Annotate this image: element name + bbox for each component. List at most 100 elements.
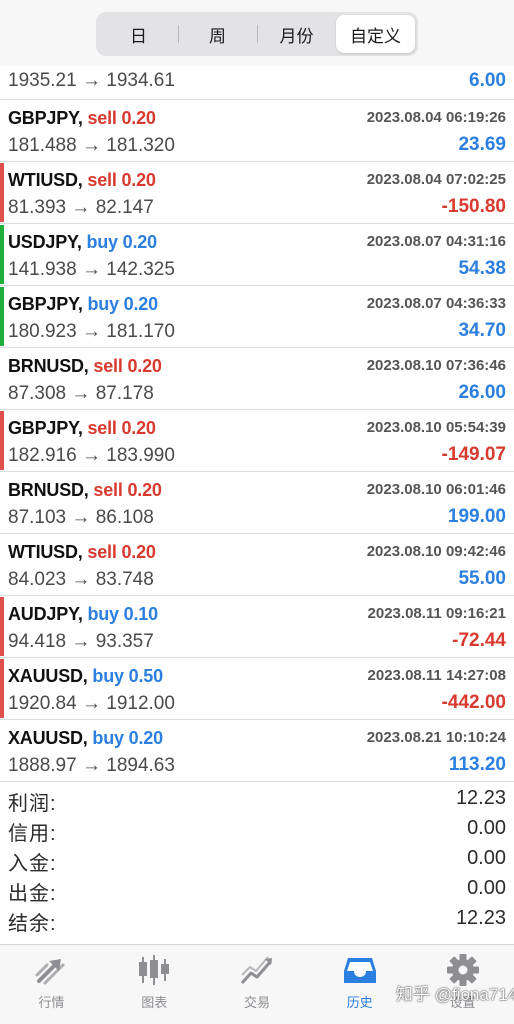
history-deal-row[interactable]: GBPJPY, sell 0.20 2023.08.04 06:19:26 181.… (0, 100, 514, 162)
partial-history-row[interactable]: 1935.21 → 1934.61 6.00 (0, 66, 514, 100)
history-deal-row[interactable]: USDJPY, buy 0.20 2023.08.07 04:31:16 141.9… (0, 224, 514, 286)
summary-label: 利润: (8, 793, 57, 815)
deal-volume: 0.20 (121, 170, 156, 190)
summary-value: 0.00 (467, 877, 506, 899)
arrow: → (71, 631, 91, 652)
deal-direction: sell (93, 356, 123, 376)
close-price: 1894.63 (106, 755, 175, 776)
history-deal-row[interactable]: AUDJPY, buy 0.10 2023.08.11 09:16:21 94.41… (0, 596, 514, 658)
arrow: → (81, 321, 101, 342)
deal-profit: 55.00 (458, 568, 506, 589)
candlestick-chart-icon (136, 953, 172, 987)
history-deal-row[interactable]: BRNUSD, sell 0.20 2023.08.10 06:01:46 87.1… (0, 472, 514, 534)
position-indicator-bar (0, 287, 4, 346)
history-deal-row[interactable]: XAUUSD, buy 0.50 2023.08.11 14:27:08 1920.… (0, 658, 514, 720)
deal-time: 2023.08.04 07:02:25 (366, 171, 506, 188)
deal-time: 2023.08.10 06:01:46 (366, 481, 506, 498)
deal-volume: 0.20 (122, 232, 157, 252)
position-indicator-bar (0, 597, 4, 656)
tab-label: 历史 (346, 995, 373, 1010)
deal-time: 2023.08.10 05:54:39 (366, 419, 506, 436)
deal-time: 2023.08.11 09:16:21 (367, 605, 506, 622)
deal-volume: 0.20 (128, 728, 163, 748)
deal-prices: 182.916 → 183.990 (8, 445, 175, 467)
deal-volume: 0.20 (121, 108, 156, 128)
tab-quotes[interactable]: 行情 (0, 945, 103, 1024)
tab-trade[interactable]: 交易 (206, 945, 309, 1024)
deal-profit: 6.00 (469, 70, 506, 91)
summary-row: 出金: 0.00 (0, 874, 514, 905)
arrow: → (71, 569, 91, 590)
deal-volume: 0.20 (127, 356, 162, 376)
deal-prices: 87.103 → 86.108 (8, 507, 154, 529)
deal-direction: sell (87, 170, 117, 190)
deal-symbol: AUDJPY, (8, 604, 83, 624)
close-price: 181.320 (106, 135, 175, 156)
close-price: 142.325 (106, 259, 175, 280)
deal-volume: 0.10 (123, 604, 158, 624)
deal-profit: -72.44 (452, 630, 506, 651)
deal-symbol: WTIUSD, (8, 170, 83, 190)
summary-label: 出金: (8, 883, 57, 905)
deal-time: 2023.08.07 04:31:16 (366, 233, 506, 250)
deal-direction: sell (87, 108, 117, 128)
period-tab-month[interactable]: 月份 (257, 15, 336, 53)
history-deal-list[interactable]: 1935.21 → 1934.61 6.00 GBPJPY, sell 0.20… (0, 66, 514, 782)
deal-direction: buy (87, 294, 119, 314)
deal-volume: 0.20 (121, 418, 156, 438)
deal-symbol: GBPJPY, (8, 108, 83, 128)
summary-row: 信用: 0.00 (0, 814, 514, 845)
summary-row: 结余: 12.23 (0, 904, 514, 935)
history-deal-row[interactable]: XAUUSD, buy 0.20 2023.08.21 10:10:24 1888.… (0, 720, 514, 782)
deal-volume: 0.20 (121, 542, 156, 562)
tab-label: 图表 (141, 995, 168, 1010)
tab-charts[interactable]: 图表 (103, 945, 206, 1024)
close-price: 183.990 (106, 445, 175, 466)
deal-volume: 0.20 (123, 294, 158, 314)
deal-time: 2023.08.07 04:36:33 (366, 295, 506, 312)
summary-value: 0.00 (467, 817, 506, 839)
deal-prices: 1920.84 → 1912.00 (8, 693, 175, 715)
arrow: → (71, 197, 91, 218)
position-indicator-bar (0, 225, 4, 284)
deal-prices: 141.938 → 142.325 (8, 259, 175, 281)
deal-direction: sell (87, 542, 117, 562)
history-deal-row[interactable]: WTIUSD, sell 0.20 2023.08.04 07:02:25 81.3… (0, 162, 514, 224)
arrow: → (81, 70, 101, 91)
history-deal-row[interactable]: GBPJPY, sell 0.20 2023.08.10 05:54:39 182.… (0, 410, 514, 472)
tab-label: 交易 (243, 995, 270, 1010)
deal-prices: 84.023 → 83.748 (8, 569, 154, 591)
position-indicator-bar (0, 659, 4, 718)
close-price: 1912.00 (106, 693, 175, 714)
open-price: 81.393 (8, 197, 67, 218)
period-tab-week[interactable]: 周 (178, 15, 257, 53)
arrow: → (81, 445, 101, 466)
period-tab-day[interactable]: 日 (99, 15, 178, 53)
deal-symbol: XAUUSD, (8, 728, 88, 748)
deal-direction: buy (86, 232, 118, 252)
deal-symbol: GBPJPY, (8, 294, 83, 314)
arrow: → (81, 693, 101, 714)
quotes-icon (33, 953, 69, 987)
open-price: 94.418 (8, 631, 67, 652)
history-deal-row[interactable]: GBPJPY, buy 0.20 2023.08.07 04:36:33 180.9… (0, 286, 514, 348)
deal-direction: buy (92, 666, 124, 686)
history-deal-row[interactable]: WTIUSD, sell 0.20 2023.08.10 09:42:46 84.0… (0, 534, 514, 596)
deal-profit: -150.80 (441, 196, 506, 217)
arrow: → (81, 135, 101, 156)
close-price: 82.147 (95, 197, 154, 218)
deal-direction: sell (93, 480, 123, 500)
arrow: → (81, 755, 101, 776)
deal-profit: -442.00 (441, 692, 506, 713)
arrow: → (71, 383, 91, 404)
summary-row: 入金: 0.00 (0, 844, 514, 875)
close-price: 87.178 (95, 383, 154, 404)
period-tab-custom[interactable]: 自定义 (336, 15, 415, 53)
deal-symbol: WTIUSD, (8, 542, 83, 562)
position-indicator-bar (0, 411, 4, 470)
account-summary: 利润: 12.23 信用: 0.00 入金: 0.00 出金: 0.00 结余: 12.23 (0, 784, 514, 935)
open-price: 1935.21 (8, 70, 77, 91)
close-price: 93.357 (95, 631, 154, 652)
history-deal-row[interactable]: BRNUSD, sell 0.20 2023.08.10 07:36:46 87.3… (0, 348, 514, 410)
deal-title: GBPJPY, buy 0.20 (8, 294, 158, 315)
